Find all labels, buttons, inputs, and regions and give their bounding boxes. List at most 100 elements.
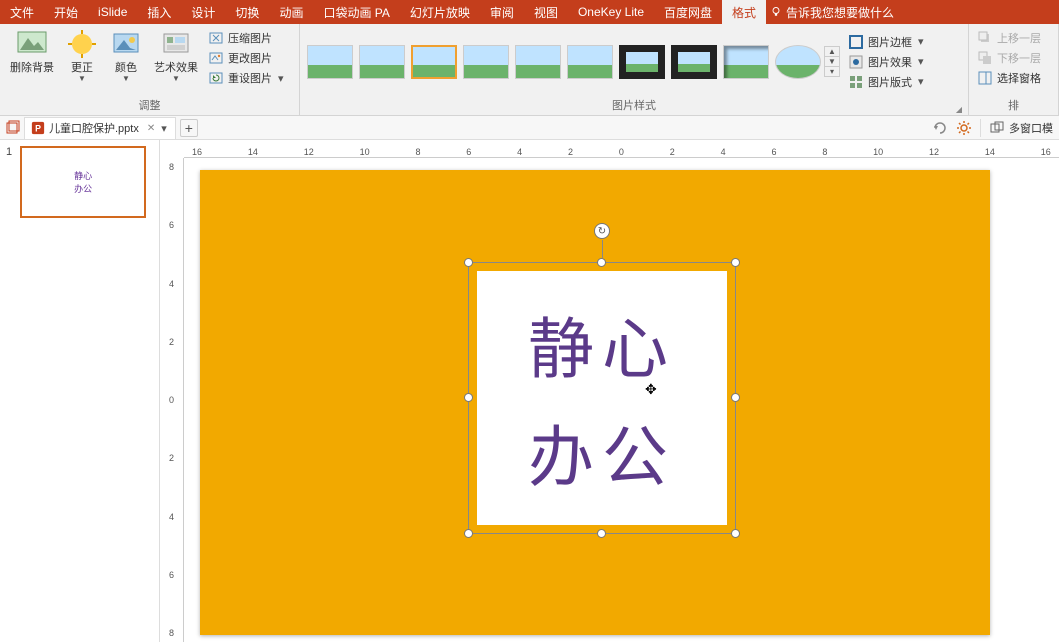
tab-pocket-animation[interactable]: 口袋动画 PA bbox=[313, 0, 399, 24]
tab-dropdown-icon[interactable]: ▾ bbox=[161, 122, 167, 135]
picture-border-button[interactable]: 图片边框 ▾ bbox=[844, 32, 928, 52]
ruler-tick: 8 bbox=[415, 147, 420, 157]
resize-handle[interactable] bbox=[731, 258, 740, 267]
gear-icon[interactable] bbox=[956, 120, 972, 136]
picture-effects-button[interactable]: 图片效果 ▾ bbox=[844, 52, 928, 72]
rotate-handle-icon[interactable]: ↻ bbox=[594, 223, 610, 239]
gallery-scroll-up-icon[interactable]: ▲ bbox=[825, 47, 839, 56]
tab-view[interactable]: 视图 bbox=[524, 0, 568, 24]
picture-text-line-1: 静心 bbox=[528, 296, 676, 392]
tab-islide[interactable]: iSlide bbox=[88, 0, 137, 24]
corrections-icon bbox=[66, 28, 98, 60]
slide-thumbnail[interactable]: 静心 办公 bbox=[20, 146, 146, 218]
corrections-button[interactable]: 更正 ▼ bbox=[60, 26, 104, 86]
resize-handle[interactable] bbox=[464, 529, 473, 538]
bring-forward-button: 上移一层 bbox=[973, 28, 1045, 48]
refresh-icon[interactable] bbox=[932, 120, 948, 136]
ruler-tick: 4 bbox=[169, 512, 174, 522]
ruler-tick: 10 bbox=[360, 147, 370, 157]
horizontal-ruler: 16 14 12 10 8 6 4 2 0 2 4 6 8 10 12 14 1… bbox=[184, 140, 1059, 158]
send-backward-icon bbox=[977, 50, 993, 66]
picture-style-preset-selected[interactable] bbox=[411, 45, 457, 79]
group-label-picture-styles[interactable]: 图片样式 bbox=[304, 97, 964, 115]
ruler-tick: 10 bbox=[873, 147, 883, 157]
picture-layout-button[interactable]: 图片版式 ▾ bbox=[844, 72, 928, 92]
resize-handle[interactable] bbox=[731, 529, 740, 538]
dropdown-caret-icon: ▾ bbox=[278, 72, 284, 85]
document-tab[interactable]: P 儿童口腔保护.pptx ✕ ▾ bbox=[24, 117, 176, 139]
ribbon-tab-bar: 文件 开始 iSlide 插入 设计 切换 动画 口袋动画 PA 幻灯片放映 审… bbox=[0, 0, 1059, 24]
ruler-tick: 12 bbox=[929, 147, 939, 157]
resize-handle[interactable] bbox=[464, 258, 473, 267]
ruler-tick: 4 bbox=[721, 147, 726, 157]
change-picture-label: 更改图片 bbox=[228, 50, 272, 66]
ruler-tick: 2 bbox=[568, 147, 573, 157]
ruler-tick: 16 bbox=[1041, 147, 1051, 157]
bring-forward-icon bbox=[977, 30, 993, 46]
multi-window-mode-button[interactable]: 多窗口模 bbox=[989, 120, 1053, 136]
picture-layout-icon bbox=[848, 74, 864, 90]
tab-file[interactable]: 文件 bbox=[0, 0, 44, 24]
color-button[interactable]: 颜色 ▼ bbox=[104, 26, 148, 86]
picture-style-preset[interactable] bbox=[515, 45, 561, 79]
gallery-scroll-down-icon[interactable]: ▼ bbox=[825, 56, 839, 67]
picture-content: 静心 办公 bbox=[477, 271, 727, 525]
gallery-expand-icon[interactable]: ▾ bbox=[825, 67, 839, 76]
group-label-adjust: 调整 bbox=[4, 97, 295, 115]
resize-handle[interactable] bbox=[597, 529, 606, 538]
change-picture-button[interactable]: 更改图片 bbox=[204, 48, 288, 68]
slide-thumbnail-panel: 1 静心 办公 bbox=[0, 140, 160, 642]
tab-slideshow[interactable]: 幻灯片放映 bbox=[400, 0, 480, 24]
tab-transitions[interactable]: 切换 bbox=[225, 0, 269, 24]
tab-format[interactable]: 格式 bbox=[722, 0, 766, 24]
resize-handle[interactable] bbox=[464, 393, 473, 402]
new-tab-button[interactable]: + bbox=[180, 119, 198, 137]
tab-design[interactable]: 设计 bbox=[181, 0, 225, 24]
tab-baidu[interactable]: 百度网盘 bbox=[654, 0, 722, 24]
reset-picture-label: 重设图片 bbox=[228, 70, 272, 86]
tab-animations[interactable]: 动画 bbox=[269, 0, 313, 24]
window-restore-icon[interactable] bbox=[4, 120, 20, 136]
tab-onekey[interactable]: OneKey Lite bbox=[568, 0, 654, 24]
send-backward-button: 下移一层 bbox=[973, 48, 1045, 68]
ribbon: 删除背景 更正 ▼ 颜色 ▼ 艺术效果 ▼ 压缩图片 bbox=[0, 24, 1059, 116]
tell-me-search[interactable]: 告诉我您想要做什么 bbox=[770, 0, 894, 24]
ruler-tick: 0 bbox=[619, 147, 624, 157]
slide-canvas[interactable]: ↻ 静心 办公 ✥ bbox=[200, 170, 990, 635]
picture-style-preset[interactable] bbox=[671, 45, 717, 79]
picture-effects-label: 图片效果 bbox=[868, 54, 912, 70]
selected-picture-object[interactable]: ↻ 静心 办公 ✥ bbox=[468, 262, 736, 534]
picture-style-preset[interactable] bbox=[775, 45, 821, 79]
ruler-tick: 0 bbox=[169, 395, 174, 405]
resize-handle[interactable] bbox=[731, 393, 740, 402]
remove-background-icon bbox=[16, 28, 48, 60]
compress-label: 压缩图片 bbox=[228, 30, 272, 46]
thumbnail-text-line: 静心 bbox=[74, 169, 92, 182]
ruler-tick: 6 bbox=[771, 147, 776, 157]
resize-handle[interactable] bbox=[597, 258, 606, 267]
compress-pictures-button[interactable]: 压缩图片 bbox=[204, 28, 288, 48]
tab-home[interactable]: 开始 bbox=[44, 0, 88, 24]
artistic-effects-button[interactable]: 艺术效果 ▼ bbox=[148, 26, 204, 86]
close-tab-icon[interactable]: ✕ bbox=[147, 123, 155, 134]
bring-forward-label: 上移一层 bbox=[997, 30, 1041, 46]
selection-pane-button[interactable]: 选择窗格 bbox=[973, 68, 1045, 88]
remove-background-button[interactable]: 删除背景 bbox=[4, 26, 60, 76]
picture-style-preset[interactable] bbox=[307, 45, 353, 79]
picture-style-preset[interactable] bbox=[723, 45, 769, 79]
reset-picture-button[interactable]: 重设图片 ▾ bbox=[204, 68, 288, 88]
picture-text-line-2: 办公 bbox=[528, 404, 676, 500]
picture-style-preset[interactable] bbox=[359, 45, 405, 79]
picture-layout-label: 图片版式 bbox=[868, 74, 912, 90]
ruler-tick: 14 bbox=[985, 147, 995, 157]
artistic-effects-label: 艺术效果 bbox=[154, 62, 198, 74]
picture-style-preset[interactable] bbox=[463, 45, 509, 79]
document-filename: 儿童口腔保护.pptx bbox=[49, 120, 139, 136]
ruler-tick: 8 bbox=[169, 628, 174, 638]
tab-insert[interactable]: 插入 bbox=[137, 0, 181, 24]
tab-review[interactable]: 审阅 bbox=[480, 0, 524, 24]
picture-style-preset[interactable] bbox=[567, 45, 613, 79]
slide-number: 1 bbox=[6, 146, 12, 218]
picture-style-preset[interactable] bbox=[619, 45, 665, 79]
send-backward-label: 下移一层 bbox=[997, 50, 1041, 66]
